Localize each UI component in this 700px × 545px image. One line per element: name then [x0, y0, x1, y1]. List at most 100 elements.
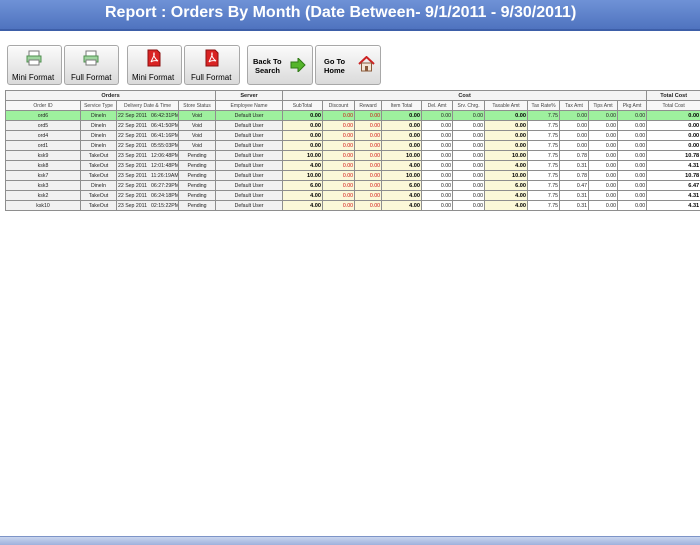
- cell-delivery-date-time: 22 Sep 201106:24:18PM: [117, 191, 179, 201]
- cell-pkg: 0.00: [618, 131, 647, 141]
- cell-date: 23 Sep 2011: [118, 173, 147, 179]
- cell-status: Pending: [179, 181, 216, 191]
- cell-tips: 0.00: [589, 191, 618, 201]
- table-row[interactable]: ord4DineIn22 Sep 201106:41:16PMVoidDefau…: [6, 131, 700, 141]
- table-row[interactable]: ord6DineIn22 Sep 201106:42:31PMVoidDefau…: [6, 111, 700, 121]
- cell-reward: 0.00: [355, 121, 382, 131]
- col-header[interactable]: Store Status: [179, 101, 216, 111]
- col-header[interactable]: Tax Amt: [560, 101, 589, 111]
- col-header[interactable]: Item Total: [382, 101, 422, 111]
- cell-delivery-date-time: 22 Sep 201105:55:03PM: [117, 141, 179, 151]
- full-format-pdf-button[interactable]: Full Format: [184, 45, 240, 85]
- table-row[interactable]: ksk8TakeOut23 Sep 201112:01:48PMPendingD…: [6, 161, 700, 171]
- col-header[interactable]: Taxable Amt: [485, 101, 528, 111]
- cell-del: 0.00: [422, 201, 453, 211]
- button-label: Mini Format: [12, 73, 54, 82]
- cell-delivery-date-time: 22 Sep 201106:42:31PM: [117, 111, 179, 121]
- cell-taxable: 10.00: [485, 151, 528, 161]
- cell-delivery-date-time: 22 Sep 201106:27:29PM: [117, 181, 179, 191]
- col-header[interactable]: SubTotal: [283, 101, 323, 111]
- cell-time: 02:15:22PM: [151, 203, 178, 209]
- col-header[interactable]: Employee Name: [216, 101, 283, 111]
- cell-srv: 0.00: [453, 191, 485, 201]
- col-header[interactable]: Tax Rate%: [528, 101, 560, 111]
- cell-tips: 0.00: [589, 151, 618, 161]
- cell-reward: 0.00: [355, 141, 382, 151]
- page-title: Report : Orders By Month (Date Between- …: [105, 4, 576, 22]
- table-row[interactable]: ksk2TakeOut22 Sep 201106:24:18PMPendingD…: [6, 191, 700, 201]
- pdf-icon: [146, 49, 162, 67]
- mini-format-print-button[interactable]: Mini Format: [7, 45, 62, 85]
- cell-id: ksk7: [6, 171, 81, 181]
- col-header[interactable]: Srv. Chrg.: [453, 101, 485, 111]
- cell-date: 23 Sep 2011: [118, 163, 147, 169]
- cell-delivery-date-time: 22 Sep 201106:41:16PM: [117, 131, 179, 141]
- cell-discount: 0.00: [323, 181, 355, 191]
- cell-total: 4.31: [647, 191, 700, 201]
- cell-id: ksk3: [6, 181, 81, 191]
- cell-del: 0.00: [422, 181, 453, 191]
- back-to-search-button[interactable]: Back To Search: [247, 45, 313, 85]
- cell-total: 0.00: [647, 111, 700, 121]
- cell-subtotal: 10.00: [283, 151, 323, 161]
- cell-subtotal: 0.00: [283, 111, 323, 121]
- cell-id: ord4: [6, 131, 81, 141]
- go-to-home-button[interactable]: Go To Home: [315, 45, 381, 85]
- cell-total: 4.31: [647, 201, 700, 211]
- cell-employee: Default User: [216, 191, 283, 201]
- cell-taxable: 0.00: [485, 141, 528, 151]
- cell-reward: 0.00: [355, 131, 382, 141]
- cell-employee: Default User: [216, 201, 283, 211]
- mini-format-pdf-button[interactable]: Mini Format: [127, 45, 182, 85]
- cell-tax-amt: 0.31: [560, 191, 589, 201]
- cell-time: 06:42:31PM: [151, 113, 178, 119]
- cell-taxable: 10.00: [485, 171, 528, 181]
- col-header[interactable]: Total Cost: [647, 101, 700, 111]
- cell-delivery-date-time: 22 Sep 201106:41:50PM: [117, 121, 179, 131]
- cell-subtotal: 4.00: [283, 201, 323, 211]
- table-row[interactable]: ord1DineIn22 Sep 201105:55:03PMVoidDefau…: [6, 141, 700, 151]
- cell-taxable: 4.00: [485, 161, 528, 171]
- cell-item-total: 10.00: [382, 151, 422, 161]
- col-header[interactable]: Reward: [355, 101, 382, 111]
- cell-tax-amt: 0.31: [560, 201, 589, 211]
- col-header[interactable]: Order ID: [6, 101, 81, 111]
- col-header[interactable]: Discount: [323, 101, 355, 111]
- cell-tips: 0.00: [589, 131, 618, 141]
- cell-date: 23 Sep 2011: [118, 153, 147, 159]
- cell-taxable: 0.00: [485, 121, 528, 131]
- button-label: Mini Format: [132, 73, 174, 82]
- cell-del: 0.00: [422, 141, 453, 151]
- cell-total: 0.00: [647, 121, 700, 131]
- cell-reward: 0.00: [355, 111, 382, 121]
- cell-taxable: 6.00: [485, 181, 528, 191]
- cell-tips: 0.00: [589, 121, 618, 131]
- table-row[interactable]: ksk7TakeOut23 Sep 201111:26:19AMPendingD…: [6, 171, 700, 181]
- table-row[interactable]: ksk10TakeOut23 Sep 201102:15:22PMPending…: [6, 201, 700, 211]
- col-header[interactable]: Delivery Date & Time: [117, 101, 179, 111]
- table-row[interactable]: ksk3DineIn22 Sep 201106:27:29PMPendingDe…: [6, 181, 700, 191]
- table-row[interactable]: ord5DineIn22 Sep 201106:41:50PMVoidDefau…: [6, 121, 700, 131]
- cell-tax-rate: 7.75: [528, 171, 560, 181]
- col-header[interactable]: Service Type: [81, 101, 117, 111]
- cell-total: 6.47: [647, 181, 700, 191]
- cell-employee: Default User: [216, 141, 283, 151]
- cell-service: TakeOut: [81, 151, 117, 161]
- cell-employee: Default User: [216, 151, 283, 161]
- col-header[interactable]: Tips Amt: [589, 101, 618, 111]
- cell-delivery-date-time: 23 Sep 201102:15:22PM: [117, 201, 179, 211]
- table-row[interactable]: ksk9TakeOut23 Sep 201112:06:48PMPendingD…: [6, 151, 700, 161]
- cell-item-total: 4.00: [382, 191, 422, 201]
- full-format-print-button[interactable]: Full Format: [64, 45, 119, 85]
- cell-reward: 0.00: [355, 181, 382, 191]
- printer-icon: [83, 50, 99, 66]
- group-header-total: Total Cost: [647, 91, 700, 101]
- col-header[interactable]: Pkg Amt: [618, 101, 647, 111]
- cell-tax-rate: 7.75: [528, 111, 560, 121]
- cell-taxable: 0.00: [485, 111, 528, 121]
- cell-srv: 0.00: [453, 181, 485, 191]
- col-header[interactable]: Del. Amt: [422, 101, 453, 111]
- cell-pkg: 0.00: [618, 111, 647, 121]
- cell-taxable: 0.00: [485, 131, 528, 141]
- cell-reward: 0.00: [355, 171, 382, 181]
